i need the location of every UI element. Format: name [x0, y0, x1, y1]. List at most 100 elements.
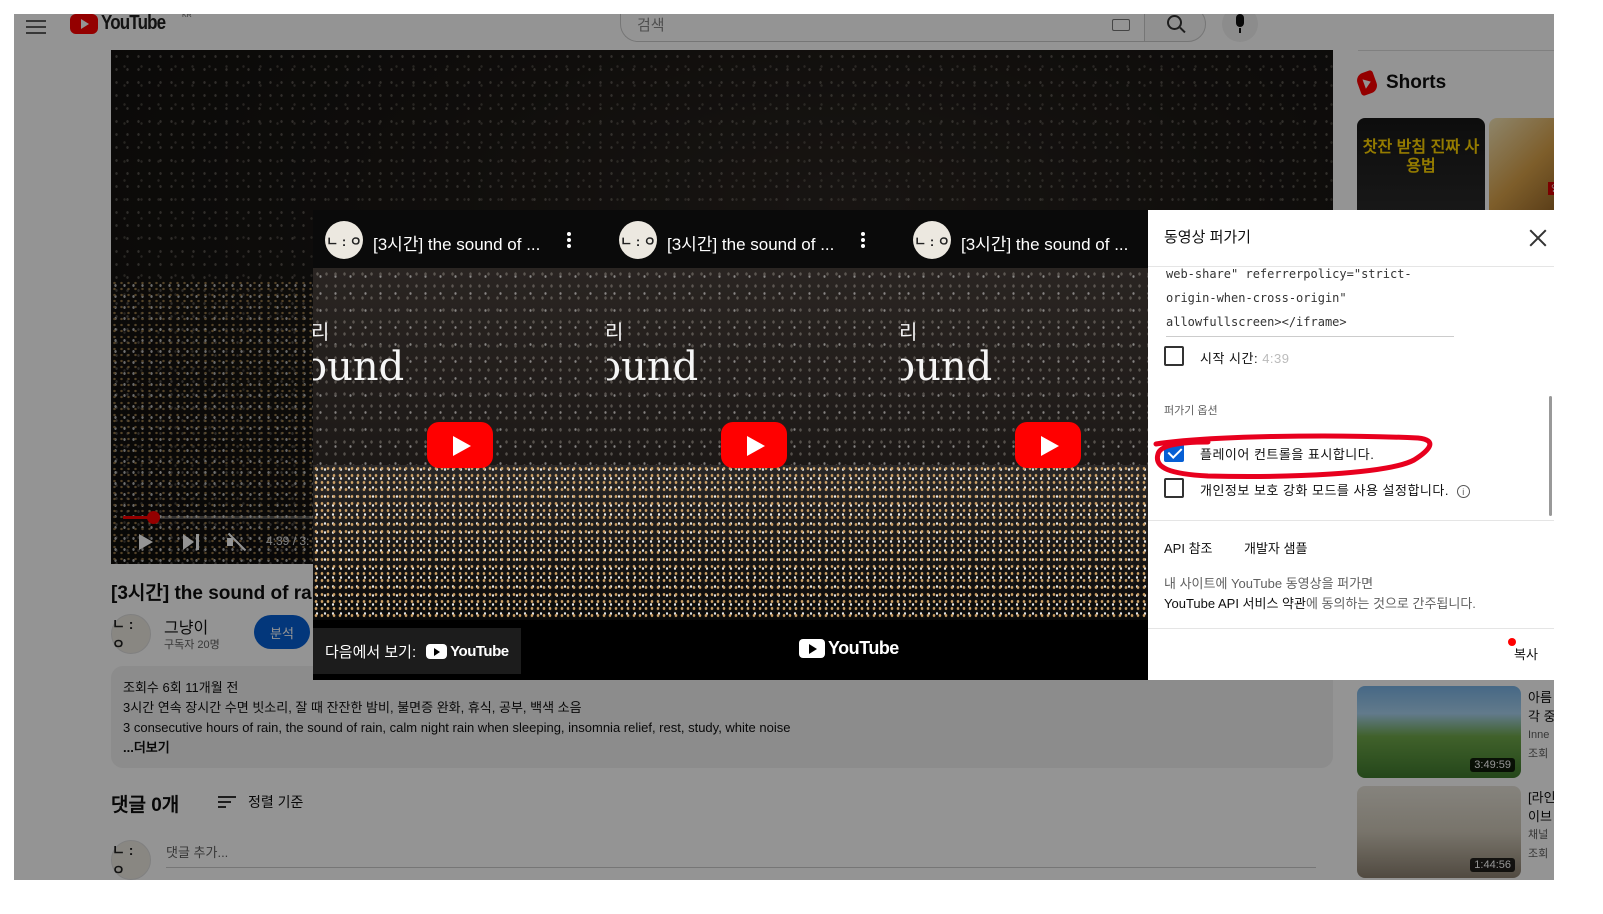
- more-options-icon[interactable]: [567, 232, 571, 248]
- divider: [1148, 520, 1554, 521]
- api-terms-link[interactable]: YouTube API 서비스 약관: [1164, 596, 1306, 611]
- embed-code-textarea[interactable]: web-share" referrerpolicy="strict- origi…: [1166, 262, 1454, 337]
- tile-header: ㄴ : ㅇ [3시간] the sound of ...: [901, 210, 1148, 268]
- developer-samples-link[interactable]: 개발자 샘플: [1244, 538, 1307, 557]
- next-icon[interactable]: [183, 534, 201, 550]
- play-button-icon[interactable]: [427, 422, 493, 468]
- tile-title[interactable]: [3시간] the sound of ...: [667, 230, 834, 255]
- city-lights: [111, 280, 321, 564]
- keyboard-icon[interactable]: [1112, 19, 1130, 31]
- related-title: 이브: [1528, 809, 1552, 824]
- related-channel: 채널: [1528, 829, 1549, 841]
- commenter-avatar: ㄴ : ㅇ: [111, 840, 151, 880]
- description-box[interactable]: 조회수 6회 11개월 전 3시간 연속 장시간 수면 빗소리, 잘 때 잔잔한…: [111, 666, 1333, 768]
- related-views: 조회: [1528, 748, 1549, 760]
- show-controls-checkbox[interactable]: [1164, 442, 1184, 462]
- related-video-info[interactable]: 아름 각 중 Inne 조회: [1528, 688, 1554, 764]
- more-options-icon[interactable]: [861, 232, 865, 248]
- terms-notice: 내 사이트에 YouTube 동영상을 퍼가면 YouTube API 서비스 …: [1164, 574, 1476, 614]
- tile-title[interactable]: [3시간] the sound of ...: [961, 230, 1128, 255]
- city-lights: [901, 465, 1148, 620]
- info-icon[interactable]: i: [1456, 485, 1470, 499]
- youtube-play-icon: [426, 643, 448, 659]
- sort-label: 정렬 기준: [248, 794, 304, 810]
- watch-on-label: 다음에서 보기:: [325, 643, 417, 661]
- tile-header: ㄴ : ㅇ [3시간] the sound of ...: [313, 210, 607, 268]
- short-thumbnail[interactable]: 찻잔 받침 진짜 사용법: [1357, 118, 1485, 218]
- related-views: 조회: [1528, 848, 1549, 860]
- channel-avatar[interactable]: ㄴ : ㅇ: [111, 614, 151, 654]
- youtube-play-icon: [70, 14, 98, 34]
- start-time-value[interactable]: 4:39: [1262, 351, 1289, 366]
- show-more-link[interactable]: ...더보기: [123, 738, 1321, 758]
- close-icon[interactable]: [1528, 228, 1548, 248]
- sort-button[interactable]: 정렬 기준: [218, 792, 303, 812]
- related-title: 아름: [1528, 690, 1552, 705]
- privacy-mode-checkbox[interactable]: [1164, 478, 1184, 498]
- divider: [1148, 628, 1554, 629]
- channel-avatar[interactable]: ㄴ : ㅇ: [913, 221, 951, 259]
- search-placeholder: 검색: [637, 16, 665, 34]
- play-icon[interactable]: [139, 534, 153, 550]
- embed-preview-tile[interactable]: ㄴ : ㅇ [3시간] the sound of ... 리 ound: [607, 210, 901, 620]
- video-duration: 1:44:56: [1470, 858, 1515, 872]
- thumbnail-text: 리 ound: [607, 320, 698, 390]
- hamburger-icon[interactable]: [26, 16, 46, 34]
- notice-line: 에 동의하는 것으로 간주됩니다.: [1305, 596, 1476, 611]
- related-video-info[interactable]: [라인 이브 채널 조회: [1528, 788, 1554, 864]
- scrubber-handle[interactable]: [147, 511, 160, 524]
- thumbnail-text-large: ound: [313, 344, 405, 390]
- analyze-button[interactable]: 분석: [254, 615, 310, 649]
- video-title: [3시간] the sound of rai: [111, 583, 317, 604]
- description-line-en: 3 consecutive hours of rain, the sound o…: [123, 720, 791, 735]
- thumbnail-text-small: 리: [313, 320, 330, 344]
- tile-header: ㄴ : ㅇ [3시간] the sound of ...: [607, 210, 901, 268]
- embed-preview-tile[interactable]: ㄴ : ㅇ [3시간] the sound of ... 리 ound: [901, 210, 1148, 620]
- related-title: [라인: [1528, 790, 1554, 805]
- embed-preview[interactable]: ㄴ : ㅇ [3시간] the sound of ... 리 ound ㄴ : ㅇ [3시…: [313, 210, 1148, 680]
- muted-volume-icon[interactable]: [227, 533, 247, 551]
- watch-on-youtube-button[interactable]: 다음에서 보기: YouTube: [313, 628, 521, 674]
- start-time-checkbox[interactable]: [1164, 346, 1184, 366]
- copy-button[interactable]: 복사: [1514, 644, 1538, 663]
- shorts-icon: [1354, 69, 1380, 97]
- related-title: 각 중: [1528, 709, 1554, 724]
- tile-title[interactable]: [3시간] the sound of ...: [373, 230, 540, 255]
- video-duration: 3:49:59: [1470, 758, 1515, 772]
- start-time-label: 시작 시간: 4:39: [1200, 348, 1290, 367]
- play-button-icon[interactable]: [721, 422, 787, 468]
- related-video-thumbnail[interactable]: 3:49:59: [1357, 686, 1521, 778]
- logo-text: YouTube: [101, 14, 166, 34]
- channel-avatar[interactable]: ㄴ : ㅇ: [325, 221, 363, 259]
- microphone-icon[interactable]: [1222, 14, 1258, 42]
- code-line: origin-when-cross-origin": [1166, 291, 1347, 305]
- channel-name[interactable]: 그냥이: [164, 614, 208, 638]
- short-thumbnail[interactable]: 일단: [1489, 118, 1554, 218]
- thumbnail-text: 리 ound: [313, 320, 404, 390]
- sidebar-divider: [1358, 50, 1554, 51]
- api-reference-link[interactable]: API 참조: [1164, 538, 1213, 557]
- search-button[interactable]: [1144, 14, 1206, 42]
- channel-avatar[interactable]: ㄴ : ㅇ: [619, 221, 657, 259]
- search-input[interactable]: 검색: [620, 14, 1144, 42]
- embed-preview-tile[interactable]: ㄴ : ㅇ [3시간] the sound of ... 리 ound: [313, 210, 607, 620]
- thumbnail-text-large: ound: [607, 344, 699, 390]
- related-channel: Inne: [1528, 729, 1550, 741]
- panel-scrollbar[interactable]: [1549, 396, 1552, 516]
- subscriber-count: 구독자 20명: [164, 639, 220, 651]
- youtube-word: YouTube: [828, 638, 899, 658]
- play-button-icon[interactable]: [1015, 422, 1081, 468]
- embed-options-heading: 퍼가기 옵션: [1164, 405, 1218, 417]
- sort-icon: [218, 796, 236, 808]
- youtube-logo[interactable]: YouTube KR: [70, 14, 192, 35]
- shorts-header: Shorts: [1354, 69, 1446, 97]
- city-lights: [607, 465, 901, 620]
- youtube-watermark[interactable]: YouTube: [799, 638, 899, 659]
- thumbnail-text-large: ound: [901, 344, 993, 390]
- related-video-thumbnail[interactable]: 1:44:56: [1357, 786, 1521, 878]
- notice-line: 내 사이트에 YouTube 동영상을 퍼가면: [1164, 576, 1374, 591]
- comments-count: 댓글 0개: [111, 795, 180, 816]
- comment-input[interactable]: 댓글 추가...: [166, 842, 1316, 868]
- description-line-ko: 3시간 연속 장시간 수면 빗소리, 잘 때 잔잔한 밤비, 불면증 완화, 휴…: [123, 700, 582, 715]
- youtube-word: YouTube: [450, 642, 509, 660]
